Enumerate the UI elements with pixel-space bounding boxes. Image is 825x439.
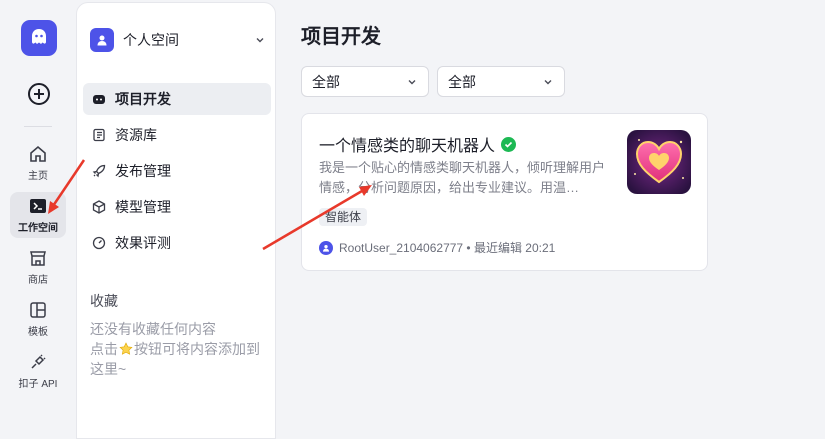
workspace-sidebar: 个人空间 项目开发 资源库 发布管理 模型管理 效果评测 收藏 还没有收藏任何内… — [76, 2, 276, 439]
store-icon — [28, 248, 48, 268]
verified-icon — [501, 136, 517, 152]
nav-item-library[interactable]: 资源库 — [83, 119, 271, 151]
create-button[interactable] — [28, 83, 50, 105]
library-icon — [91, 127, 107, 143]
rail-item-label: 模板 — [28, 327, 48, 338]
user-avatar-icon — [90, 28, 114, 52]
bot-avatar-heart-image — [627, 130, 691, 194]
card-meta-text: RootUser_2104062777 • 最近编辑 20:21 — [339, 241, 556, 255]
owner-filter-select[interactable]: 全部 — [437, 66, 565, 97]
type-filter-select[interactable]: 全部 — [301, 66, 429, 97]
space-name: 个人空间 — [123, 32, 179, 48]
favorites-empty-part: 点击 — [90, 341, 118, 357]
left-rail: 主页 工作空间 商店 模板 扣子 API — [0, 0, 76, 439]
template-icon — [28, 300, 48, 320]
nav-label: 资源库 — [115, 127, 157, 143]
rail-item-label: 工作空间 — [18, 223, 58, 234]
nav-label: 模型管理 — [115, 199, 171, 215]
nav-label: 效果评测 — [115, 235, 171, 251]
plus-icon — [34, 89, 44, 99]
card-title-text: 一个情感类的聊天机器人 — [319, 138, 496, 155]
user-avatar-icon — [319, 240, 333, 255]
chevron-down-icon — [408, 79, 416, 84]
card-title: 一个情感类的聊天机器人 — [319, 132, 517, 156]
nav-label: 项目开发 — [115, 91, 171, 107]
rail-item-label: 扣子 API — [18, 379, 58, 390]
card-description: 我是一个贴心的情感类聊天机器人，倾听理解用户情感，分析问题原因，给出专业建议。用… — [319, 160, 606, 195]
rail-item-label: 主页 — [28, 171, 48, 182]
gauge-icon — [91, 235, 107, 251]
chevron-down-icon — [256, 38, 264, 43]
select-value: 全部 — [448, 73, 476, 90]
nav-item-evaluation[interactable]: 效果评测 — [83, 227, 271, 259]
rail-item-templates[interactable]: 模板 — [10, 296, 66, 342]
nav-item-publish[interactable]: 发布管理 — [83, 155, 271, 187]
rail-item-home[interactable]: 主页 — [10, 140, 66, 186]
nav-item-projects[interactable]: 项目开发 — [83, 83, 271, 115]
rail-item-label: 商店 — [28, 275, 48, 286]
home-icon — [28, 144, 48, 164]
card-tag: 智能体 — [319, 208, 368, 226]
terminal-icon — [28, 196, 48, 216]
favorites-title: 收藏 — [90, 293, 118, 309]
rocket-icon — [91, 163, 107, 179]
nav-item-models[interactable]: 模型管理 — [83, 191, 271, 223]
card-meta: RootUser_2104062777 • 最近编辑 20:21 — [319, 239, 555, 256]
project-card[interactable]: 一个情感类的聊天机器人 我是一个贴心的情感类聊天机器人，倾听理解用户情感，分析问… — [301, 113, 708, 271]
chevron-down-icon — [544, 79, 552, 84]
nav-label: 发布管理 — [115, 163, 171, 179]
favorites-empty-text: 还没有收藏任何内容 点击 按钮可将内容添加到这里~ — [90, 319, 270, 379]
space-switcher[interactable]: 个人空间 — [90, 27, 266, 53]
ghost-logo-icon — [32, 29, 46, 44]
cube-icon — [91, 199, 107, 215]
rail-item-api[interactable]: 扣子 API — [10, 348, 66, 394]
app-logo[interactable] — [21, 20, 57, 56]
plug-icon — [28, 352, 48, 372]
page-title: 项目开发 — [301, 26, 381, 48]
rail-item-workspace[interactable]: 工作空间 — [10, 192, 66, 238]
rail-item-store[interactable]: 商店 — [10, 244, 66, 290]
favorites-empty-line: 点击 按钮可将内容添加到这里~ — [90, 339, 270, 379]
select-value: 全部 — [312, 73, 340, 90]
star-icon — [119, 342, 133, 355]
bot-icon — [91, 91, 107, 107]
favorites-empty-line: 还没有收藏任何内容 — [90, 321, 216, 337]
rail-divider — [24, 126, 52, 127]
